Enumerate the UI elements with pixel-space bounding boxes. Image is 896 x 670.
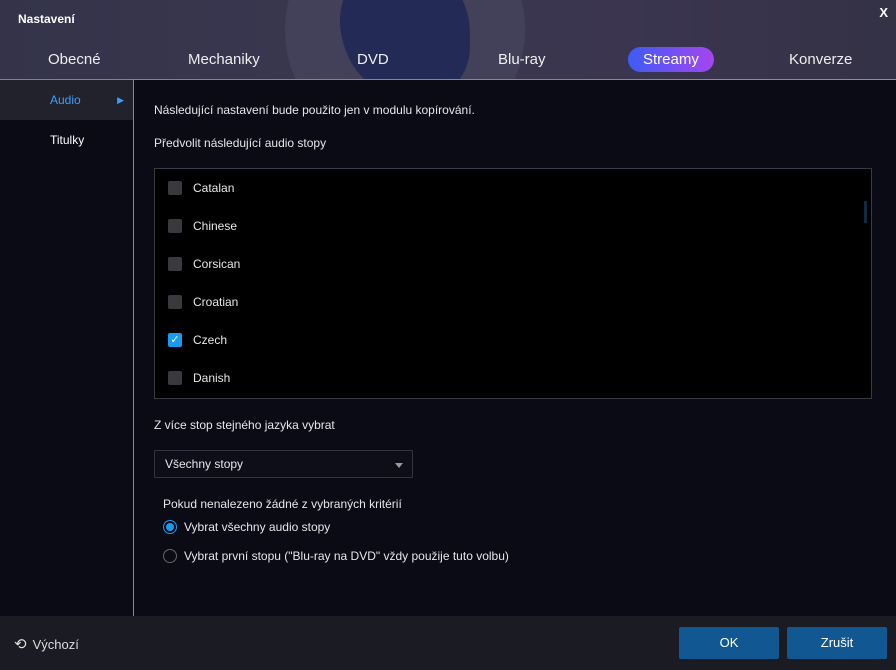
radio-unselected-icon	[163, 549, 177, 563]
checkbox-icon[interactable]	[168, 257, 182, 271]
list-item[interactable]: Catalan	[155, 169, 871, 207]
radio-selected-icon	[163, 520, 177, 534]
radio-label: Vybrat první stopu ("Blu-ray na DVD" vžd…	[184, 549, 509, 563]
cancel-button[interactable]: Zrušit	[787, 627, 887, 659]
list-item[interactable]: Croatian	[155, 283, 871, 321]
radio-all-tracks[interactable]: Vybrat všechny audio stopy	[163, 520, 330, 534]
language-label: Chinese	[193, 219, 238, 233]
tab-dvd[interactable]: DVD	[357, 47, 389, 72]
audio-list-label: Předvolit následující audio stopy	[154, 136, 327, 150]
language-label: Czech	[193, 333, 228, 347]
reset-defaults-button[interactable]: ⟲ Výchozí	[14, 635, 79, 653]
sidebar-item-label: Titulky	[50, 133, 85, 147]
audio-language-list[interactable]: Catalan Chinese Corsican Croatian ✓ Czech Dani…	[154, 168, 872, 399]
undo-icon: ⟲	[14, 636, 27, 653]
ok-button[interactable]: OK	[679, 627, 779, 659]
checkbox-icon[interactable]	[168, 295, 182, 309]
sidebar-item-audio[interactable]: Audio ▶	[0, 80, 133, 120]
tab-konverze[interactable]: Konverze	[789, 47, 852, 72]
language-label: Croatian	[193, 295, 239, 309]
main-panel: Následující nastavení bude použito jen v…	[135, 80, 896, 616]
sidebar-item-titulky[interactable]: Titulky	[0, 120, 133, 160]
tab-streamy[interactable]: Streamy	[628, 47, 714, 72]
tab-obecne[interactable]: Obecné	[48, 47, 101, 72]
language-label: Danish	[193, 371, 231, 385]
tab-mechaniky[interactable]: Mechaniky	[188, 47, 260, 72]
footer: ⟲ Výchozí OK Zrušit	[0, 616, 896, 670]
list-item[interactable]: Danish	[155, 359, 871, 397]
sidebar: Audio ▶ Titulky	[0, 80, 134, 616]
multi-track-label: Z více stop stejného jazyka vybrat	[154, 418, 335, 432]
list-item[interactable]: Chinese	[155, 207, 871, 245]
module-note: Následující nastavení bude použito jen v…	[154, 103, 475, 117]
language-label: Corsican	[193, 257, 241, 271]
header: Nastavení X Obecné Mechaniky DVD Blu-ray…	[0, 0, 896, 79]
close-button[interactable]: X	[879, 5, 888, 20]
window-title: Nastavení	[18, 12, 75, 26]
list-item[interactable]: ✓ Czech	[155, 321, 871, 359]
chevron-down-icon	[395, 463, 403, 468]
checkbox-icon[interactable]	[168, 219, 182, 233]
fallback-label: Pokud nenalezeno žádné z vybraných krité…	[163, 497, 402, 511]
checkbox-checked-icon[interactable]: ✓	[168, 333, 182, 347]
checkbox-icon[interactable]	[168, 371, 182, 385]
language-label: Catalan	[193, 181, 235, 195]
reset-label: Výchozí	[32, 636, 79, 652]
radio-first-track[interactable]: Vybrat první stopu ("Blu-ray na DVD" vžd…	[163, 549, 509, 563]
sidebar-item-label: Audio	[50, 93, 81, 107]
radio-label: Vybrat všechny audio stopy	[184, 520, 331, 534]
scrollbar[interactable]	[864, 201, 867, 223]
tab-bluray[interactable]: Blu-ray	[498, 47, 546, 72]
multi-track-select[interactable]: Všechny stopy	[154, 450, 413, 478]
select-value: Všechny stopy	[165, 457, 244, 471]
chevron-right-icon: ▶	[117, 95, 124, 105]
checkbox-icon[interactable]	[168, 181, 182, 195]
list-item[interactable]: Corsican	[155, 245, 871, 283]
